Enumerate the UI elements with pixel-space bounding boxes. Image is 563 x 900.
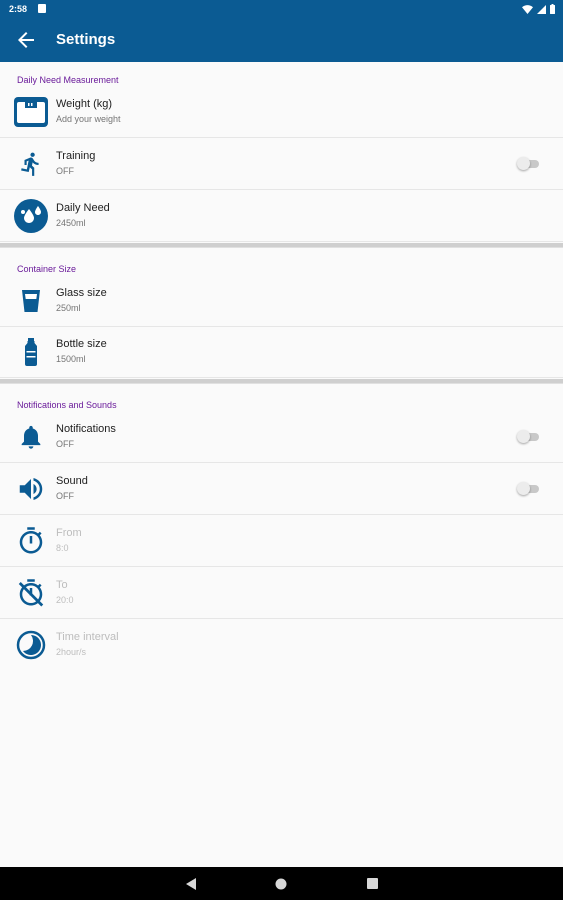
setting-title: Sound [56, 475, 88, 487]
setting-title: Time interval [56, 631, 119, 643]
setting-summary: 250ml [56, 303, 81, 313]
setting-glass-size[interactable]: Glass size 250ml [0, 276, 563, 327]
setting-summary: 8:0 [56, 543, 69, 553]
status-bar: 2:58 [0, 0, 563, 18]
category-notifications: Notifications and Sounds [17, 400, 117, 410]
setting-training[interactable]: Training OFF [0, 139, 563, 190]
setting-summary: 2hour/s [56, 647, 87, 657]
setting-title: To [56, 579, 68, 591]
setting-to: To 20:0 [0, 568, 563, 619]
setting-title: Daily Need [56, 202, 110, 214]
setting-weight[interactable]: Weight (kg) Add your weight [0, 87, 563, 138]
setting-title: Notifications [56, 423, 116, 435]
page-title: Settings [56, 31, 116, 48]
training-switch[interactable] [517, 157, 539, 170]
water-drop-icon [14, 199, 48, 233]
setting-title: Bottle size [56, 338, 107, 350]
setting-notifications[interactable]: Notifications OFF [0, 412, 563, 463]
setting-title: Training [56, 150, 96, 162]
battery-icon [550, 4, 555, 14]
back-arrow-icon[interactable] [14, 28, 38, 52]
setting-summary: 2450ml [56, 218, 86, 228]
setting-summary: 20:0 [56, 595, 74, 605]
glass-icon [14, 284, 48, 318]
recents-nav-icon[interactable] [352, 867, 392, 900]
bottle-icon [14, 335, 48, 369]
setting-summary: 1500ml [56, 354, 86, 364]
setting-summary: OFF [56, 491, 74, 501]
running-icon [14, 147, 48, 181]
setting-summary: OFF [56, 439, 74, 449]
timer-off-icon [14, 576, 48, 610]
section-divider [0, 243, 563, 248]
setting-title: Weight (kg) [56, 98, 113, 110]
section-divider [0, 379, 563, 384]
speaker-icon [14, 472, 48, 506]
category-container-size: Container Size [17, 264, 77, 274]
notification-icon [38, 4, 46, 13]
setting-daily-need[interactable]: Daily Need 2450ml [0, 191, 563, 242]
category-daily-need: Daily Need Measurement [17, 75, 119, 85]
setting-title: Glass size [56, 287, 107, 299]
setting-time-interval: Time interval 2hour/s [0, 620, 563, 671]
cell-signal-icon [537, 4, 546, 14]
back-nav-icon[interactable] [171, 867, 211, 900]
setting-summary: OFF [56, 166, 74, 176]
weight-scale-icon [14, 95, 48, 129]
timer-icon [14, 524, 48, 558]
home-nav-icon[interactable] [261, 867, 301, 900]
setting-summary: Add your weight [56, 114, 121, 124]
clock-interval-icon [14, 628, 48, 662]
wifi-icon [522, 4, 533, 14]
bell-icon [14, 420, 48, 454]
setting-title: From [56, 527, 82, 539]
app-bar: Settings [0, 18, 563, 62]
status-time: 2:58 [9, 4, 28, 14]
sound-switch[interactable] [517, 482, 539, 495]
navigation-bar [0, 867, 563, 900]
setting-sound[interactable]: Sound OFF [0, 464, 563, 515]
status-icons [522, 4, 555, 14]
setting-bottle-size[interactable]: Bottle size 1500ml [0, 327, 563, 378]
setting-from: From 8:0 [0, 516, 563, 567]
notifications-switch[interactable] [517, 430, 539, 443]
